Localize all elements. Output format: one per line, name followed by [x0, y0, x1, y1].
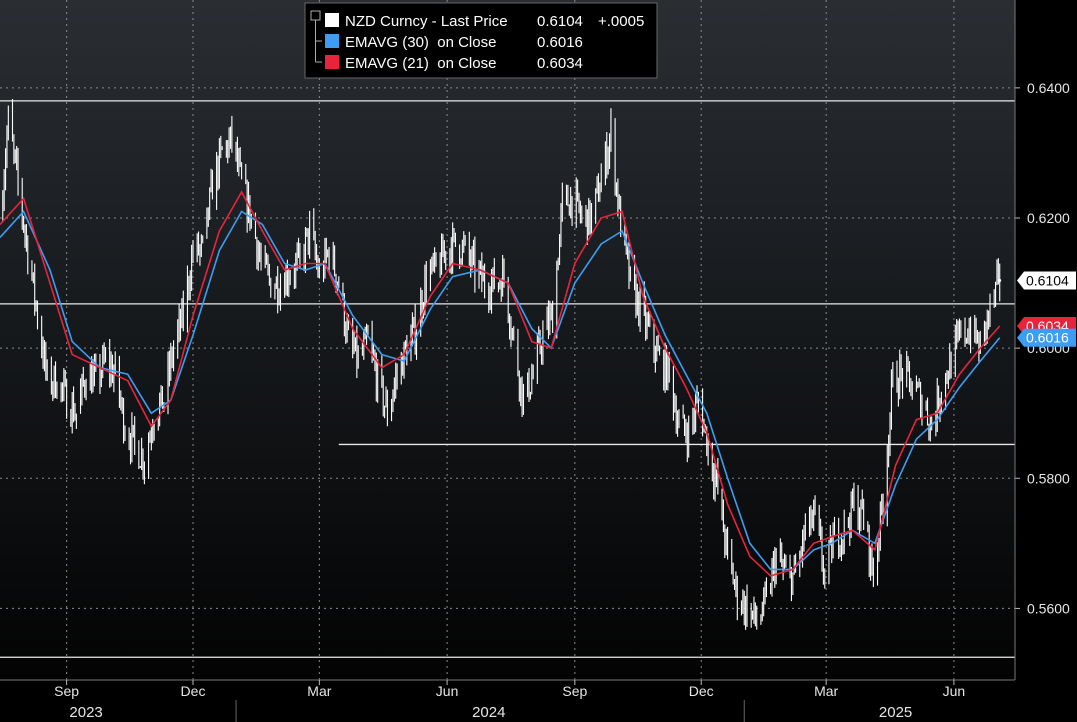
legend-value-ema21: 0.6034 — [537, 55, 583, 72]
date-axis-background — [0, 680, 1015, 722]
y-tick-label-4: 0.6400 — [1027, 80, 1070, 96]
year-label-2024: 2024 — [472, 704, 505, 721]
legend-swatch-price — [325, 13, 339, 27]
legend-swatch-ema30 — [325, 34, 339, 48]
x-tick-label-6: Mar — [814, 683, 838, 699]
last-value-label-price: 0.6104 — [1026, 272, 1069, 288]
legend-swatch-ema21 — [325, 55, 339, 69]
legend-value-ema30: 0.6016 — [537, 34, 583, 51]
price-last-point — [998, 278, 1002, 282]
y-tick-label-3: 0.6200 — [1027, 210, 1070, 226]
legend-label-ema21: EMAVG (21) on Close — [345, 55, 496, 72]
x-tick-label-3: Jun — [436, 683, 459, 699]
y-tick-label-0: 0.5600 — [1027, 600, 1070, 616]
x-tick-label-5: Dec — [689, 683, 714, 699]
x-tick-label-7: Jun — [943, 683, 966, 699]
y-tick-label-1: 0.5800 — [1027, 470, 1070, 486]
year-label-2025: 2025 — [879, 704, 912, 721]
legend-label-price: NZD Curncy - Last Price — [345, 13, 508, 30]
x-tick-label-2: Mar — [307, 683, 331, 699]
legend-value-price: 0.6104 — [537, 13, 583, 30]
legend-change-price: +.0005 — [598, 13, 644, 30]
legend[interactable]: NZD Curncy - Last Price 0.6104 +.0005 EM… — [304, 2, 658, 79]
x-tick-label-1: Dec — [181, 683, 206, 699]
last-value-label-ema30: 0.6016 — [1026, 330, 1069, 346]
price-chart: 0.56000.58000.60000.62000.6400 Sep Dec Mar… — [0, 0, 1077, 722]
x-tick-label-4: Sep — [562, 683, 587, 699]
chart-container: 0.5600 0.5800 0.6000 0.6200 0.6400 Sep Dec Mar… — [0, 0, 1077, 722]
plot-background — [0, 0, 1015, 680]
year-label-2023: 2023 — [69, 704, 102, 721]
x-tick-label-0: Sep — [54, 683, 79, 699]
legend-label-ema30: EMAVG (30) on Close — [345, 34, 496, 51]
